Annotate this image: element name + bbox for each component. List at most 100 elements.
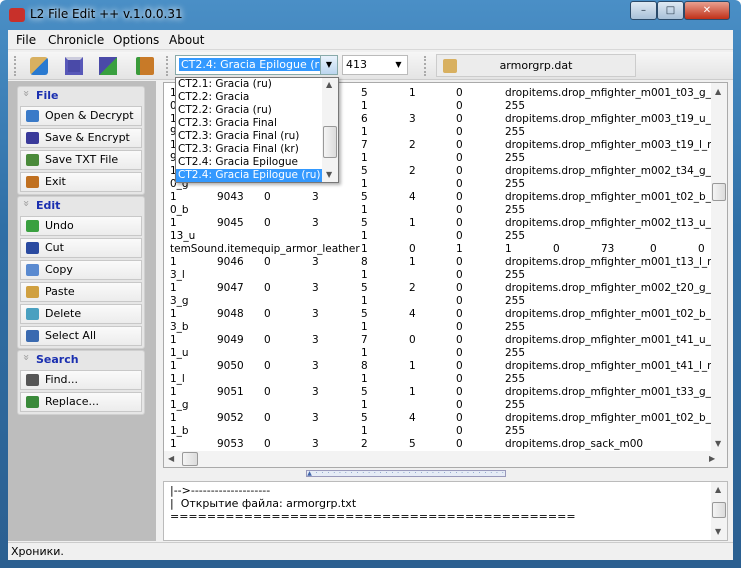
- table-row[interactable]: 1 9051 0 3 5 1 0 dropitems.drop_mfighter_m001_t…: [164, 386, 727, 399]
- table-cell: 255: [505, 321, 526, 333]
- table-row[interactable]: 3_g 1 0 255: [164, 295, 714, 308]
- close-button[interactable]: ✕: [684, 1, 730, 20]
- dropdown-option[interactable]: CT2.1: Gracia (ru): [176, 78, 322, 91]
- table-cell: 9049: [217, 334, 244, 346]
- group-header-edit[interactable]: Edit: [18, 197, 144, 216]
- dropdown-option[interactable]: CT2.3: Gracia Final: [176, 117, 322, 130]
- log-scrollbar[interactable]: ▲ ▼: [711, 482, 727, 540]
- table-cell: 1: [361, 230, 368, 242]
- table-cell: 255: [505, 204, 526, 216]
- sidebar-button[interactable]: Save & Encrypt: [20, 128, 142, 148]
- exit-icon[interactable]: [136, 57, 154, 75]
- dropdown-scrollbar[interactable]: ▲ ▼: [322, 78, 338, 182]
- menu-options[interactable]: Options: [113, 33, 159, 47]
- scroll-down-icon[interactable]: ▼: [715, 527, 721, 536]
- table-row[interactable]: 1 9046 0 3 8 1 0 dropitems.drop_mfighter_m001_t…: [164, 256, 727, 269]
- sidebar-button[interactable]: Copy: [20, 260, 142, 280]
- scroll-right-icon[interactable]: ▶: [709, 454, 715, 463]
- sidebar-button[interactable]: Exit: [20, 172, 142, 192]
- dropdown-option[interactable]: CT2.4: Gracia Epilogue: [176, 156, 322, 169]
- sidebar-button[interactable]: Undo: [20, 216, 142, 236]
- group-header-search[interactable]: Search: [18, 351, 144, 370]
- exit-door-icon: [26, 176, 39, 188]
- maximize-button[interactable]: □: [657, 1, 684, 20]
- grid-horizontal-scrollbar[interactable]: ◀ ▶: [164, 451, 727, 467]
- table-row[interactable]: 1 9052 0 3 5 4 0 dropitems.drop_mfighter_m001_t…: [164, 412, 727, 425]
- table-row[interactable]: 1 9049 0 3 7 0 0 dropitems.drop_mfighter_m001_t…: [164, 334, 727, 347]
- sidebar-button[interactable]: Save TXT File: [20, 150, 142, 170]
- table-cell: 2: [361, 438, 368, 450]
- dropdown-option[interactable]: CT2.2: Gracia (ru): [176, 104, 322, 117]
- group-header-file[interactable]: File: [18, 87, 144, 106]
- sidebar-button[interactable]: Find...: [20, 370, 142, 390]
- table-cell: 1: [409, 386, 416, 398]
- scroll-down-icon[interactable]: ▼: [715, 439, 721, 448]
- table-row[interactable]: 1 9047 0 3 5 2 0 dropitems.drop_mfighter_m002_t…: [164, 282, 727, 295]
- table-row[interactable]: temSound.itemequip_armor_leather 1 0 1 1 0 73 0…: [164, 243, 714, 256]
- save-encrypt-icon[interactable]: [65, 57, 83, 75]
- menu-about[interactable]: About: [169, 33, 204, 47]
- table-row[interactable]: 1_b 1 0 255: [164, 425, 714, 438]
- dropdown-option[interactable]: CT2.4: Gracia Epilogue (ru): [176, 169, 322, 182]
- scroll-down-icon[interactable]: ▼: [326, 170, 332, 179]
- chevron-down-icon[interactable]: ▼: [390, 56, 407, 74]
- chronicle-dropdown-list[interactable]: ▲ ▼ CT2.1: Gracia (ru) CT2.2: Gracia CT2.2…: [175, 77, 339, 183]
- select-all-icon: [26, 330, 39, 342]
- scroll-left-icon[interactable]: ◀: [168, 454, 174, 463]
- table-row[interactable]: 1 9053 0 3 2 5 0 dropitems.drop_sack_m00: [164, 438, 714, 451]
- table-row[interactable]: 1 9045 0 3 5 1 0 dropitems.drop_mfighter_m002_t…: [164, 217, 727, 230]
- dropdown-option[interactable]: CT2.3: Gracia Final (kr): [176, 143, 322, 156]
- chronicle-select[interactable]: CT2.4: Gracia Epilogue (ru) ▼: [175, 55, 338, 75]
- save-txt-icon[interactable]: [99, 57, 117, 75]
- menu-file[interactable]: File: [16, 33, 36, 47]
- table-cell: 255: [505, 269, 526, 281]
- table-cell: 73: [601, 243, 615, 255]
- sidebar-button[interactable]: Open & Decrypt: [20, 106, 142, 126]
- sidebar-button[interactable]: Paste: [20, 282, 142, 302]
- dropdown-option[interactable]: CT2.2: Gracia: [176, 91, 322, 104]
- table-row[interactable]: 3_b 1 0 255: [164, 321, 714, 334]
- scroll-up-icon[interactable]: ▲: [715, 87, 721, 96]
- scroll-thumb[interactable]: [182, 452, 198, 466]
- log-panel[interactable]: |-->-------------------- | Открытие файл…: [163, 481, 728, 541]
- table-row[interactable]: 1 9043 0 3 5 4 0 dropitems.drop_mfighter_m001_t…: [164, 191, 727, 204]
- sidebar-button[interactable]: Select All: [20, 326, 142, 346]
- sidebar-button[interactable]: Replace...: [20, 392, 142, 412]
- scroll-up-icon[interactable]: ▲: [326, 80, 332, 89]
- open-decrypt-icon[interactable]: [30, 57, 48, 75]
- file-name-button[interactable]: armorgrp.dat: [436, 54, 636, 77]
- sidebar-button[interactable]: Cut: [20, 238, 142, 258]
- grid-vertical-scrollbar[interactable]: ▲ ▼: [711, 83, 727, 453]
- table-row[interactable]: 0_b 1 0 255: [164, 204, 714, 217]
- table-row[interactable]: 1_l 1 0 255: [164, 373, 714, 386]
- scroll-thumb[interactable]: [323, 126, 337, 158]
- table-row[interactable]: 1 9048 0 3 5 4 0 dropitems.drop_mfighter_m001_t…: [164, 308, 727, 321]
- table-cell: 3: [409, 113, 416, 125]
- table-cell: 0: [264, 217, 271, 229]
- toolbar-grip[interactable]: [14, 56, 16, 76]
- scroll-up-icon[interactable]: ▲: [715, 485, 721, 494]
- scroll-thumb[interactable]: [712, 183, 726, 201]
- title-bar: L2 File Edit ++ v.1.0.0.31 – □ ✕: [0, 0, 741, 30]
- table-row[interactable]: 3_l 1 0 255: [164, 269, 714, 282]
- toolbar-grip[interactable]: [166, 56, 168, 76]
- table-cell: dropitems.drop_mfighter_m001_t13_l_m0(: [505, 256, 728, 268]
- count-select[interactable]: 413 ▼: [342, 55, 408, 75]
- toolbar-grip[interactable]: [424, 56, 426, 76]
- scroll-thumb[interactable]: [712, 502, 726, 518]
- sidebar-button-label: Select All: [45, 329, 97, 342]
- dropdown-option[interactable]: CT2.3: Gracia Final (ru): [176, 130, 322, 143]
- minimize-button[interactable]: –: [630, 1, 657, 20]
- table-cell: 9052: [217, 412, 244, 424]
- table-cell: 5: [361, 386, 368, 398]
- undo-icon: [26, 220, 39, 232]
- panel-splitter[interactable]: ▲ · · · · · · · · · · · · · · · · · · · …: [306, 470, 506, 477]
- menu-chronicle[interactable]: Chronicle: [48, 33, 104, 47]
- table-cell: 1_u: [170, 347, 189, 359]
- sidebar-button[interactable]: Delete: [20, 304, 142, 324]
- chevron-down-icon[interactable]: ▼: [320, 56, 337, 74]
- table-row[interactable]: 1_g 1 0 255: [164, 399, 714, 412]
- table-row[interactable]: 1_u 1 0 255: [164, 347, 714, 360]
- table-row[interactable]: 1 9050 0 3 8 1 0 dropitems.drop_mfighter_m001_t…: [164, 360, 727, 373]
- table-row[interactable]: 13_u 1 0 255: [164, 230, 714, 243]
